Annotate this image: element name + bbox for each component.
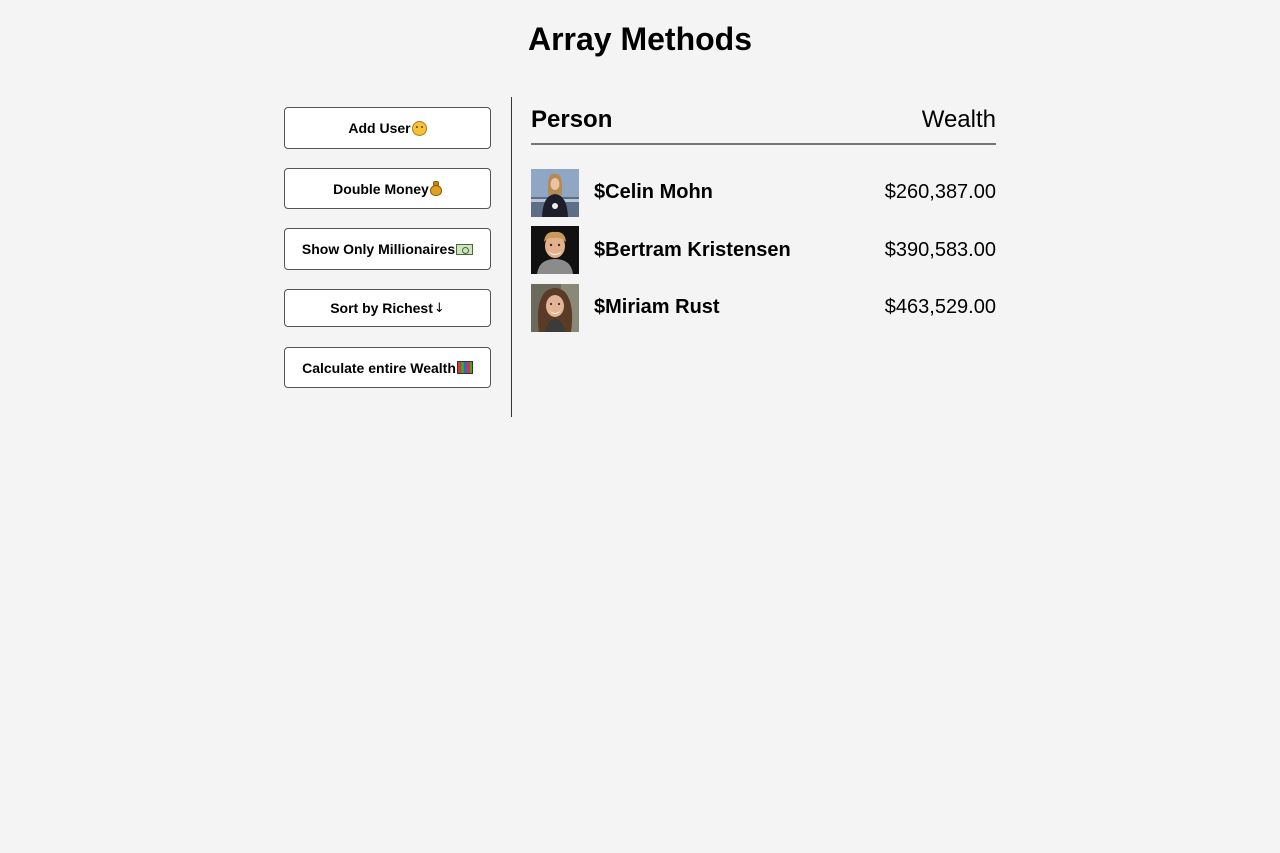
sort-richest-label: Sort by Richest <box>330 300 433 316</box>
table-header: Person Wealth <box>531 97 996 145</box>
person-column-header: Person <box>531 106 613 133</box>
person-name: $Celin Mohn <box>594 181 713 204</box>
cash-icon <box>456 243 474 255</box>
sort-richest-button[interactable]: Sort by Richest ↓ <box>284 289 491 327</box>
person-row: $Miriam Rust $463,529.00 <box>531 279 996 337</box>
person-wealth: $260,387.00 <box>884 181 996 204</box>
person-wealth: $463,529.00 <box>884 296 996 319</box>
avatar <box>531 168 579 217</box>
double-money-button[interactable]: Double Money <box>284 168 491 209</box>
show-millionaires-label: Show Only Millionaires <box>301 241 456 257</box>
person-name: $Bertram Kristensen <box>594 238 791 261</box>
person-wealth: $390,583.00 <box>884 238 996 261</box>
abacus-icon <box>456 361 473 374</box>
action-sidebar: Add User Double Money Show Only Milliona… <box>284 97 512 417</box>
calculate-wealth-label: Calculate entire Wealth <box>302 359 456 376</box>
avatar <box>531 283 579 332</box>
person-row: $Bertram Kristensen $390,583.00 <box>531 222 996 280</box>
down-arrow-icon: ↓ <box>433 300 445 316</box>
avatar <box>531 226 579 275</box>
wealth-column-header: Wealth <box>921 106 996 133</box>
page-title: Array Methods <box>527 21 753 57</box>
money-bag-icon <box>429 181 442 196</box>
person-list: $Celin Mohn $260,387.00 $Bertram Kristen… <box>531 145 996 337</box>
person-name: $Miriam Rust <box>594 296 720 319</box>
wealth-table: Person Wealth $Celin Mohn $260,387.00 $B… <box>531 97 996 337</box>
calculate-wealth-button[interactable]: Calculate entire Wealth <box>284 347 491 388</box>
show-millionaires-button[interactable]: Show Only Millionaires <box>284 228 491 270</box>
double-money-label: Double Money <box>333 180 429 197</box>
face-icon <box>411 120 427 136</box>
person-row: $Celin Mohn $260,387.00 <box>531 164 996 222</box>
add-user-button[interactable]: Add User <box>284 107 491 149</box>
add-user-label: Add User <box>348 120 411 136</box>
